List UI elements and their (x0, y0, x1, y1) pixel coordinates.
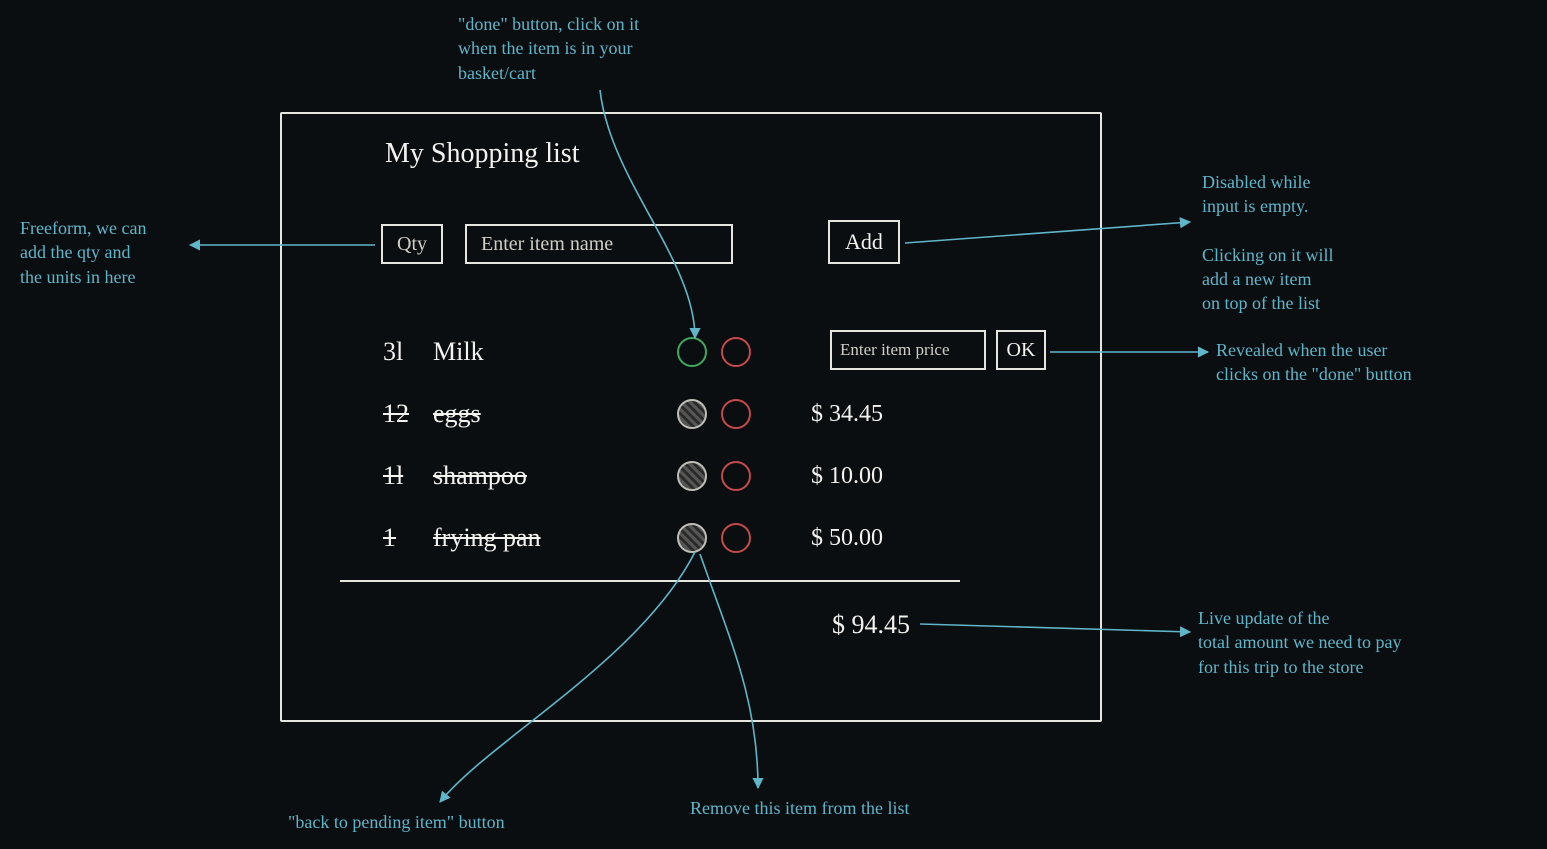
remove-button[interactable] (721, 337, 751, 367)
annotation-price: Revealed when the user clicks on the "do… (1216, 338, 1412, 387)
price-input[interactable]: Enter item price (830, 330, 986, 370)
add-button[interactable]: Add (828, 220, 900, 264)
remove-button[interactable] (721, 523, 751, 553)
item-price: $ 10.00 (811, 463, 883, 490)
annotation-pending: "back to pending item" button (288, 810, 505, 834)
annotation-total: Live update of the total amount we need … (1198, 606, 1401, 679)
annotation-add: Disabled while input is empty. Clicking … (1202, 170, 1334, 316)
list-item: 1 frying pan $ 50.00 (383, 518, 883, 558)
remove-button[interactable] (721, 399, 751, 429)
qty-input[interactable]: Qty (381, 224, 443, 264)
item-name: shampoo (433, 461, 663, 491)
annotation-remove: Remove this item from the list (690, 796, 909, 820)
remove-button[interactable] (721, 461, 751, 491)
ok-button[interactable]: OK (996, 330, 1046, 370)
item-qty: 3l (383, 337, 433, 367)
list-item: 12 eggs $ 34.45 (383, 394, 883, 434)
list-item: 1l shampoo $ 10.00 (383, 456, 883, 496)
item-price: $ 50.00 (811, 525, 883, 552)
total-amount: $ 94.45 (832, 610, 910, 640)
item-qty: 1l (383, 461, 433, 491)
divider (340, 580, 960, 582)
undone-button[interactable] (677, 523, 707, 553)
item-qty: 12 (383, 399, 433, 429)
item-name-input[interactable]: Enter item name (465, 224, 733, 264)
qty-placeholder: Qty (397, 233, 427, 256)
undone-button[interactable] (677, 461, 707, 491)
price-placeholder: Enter item price (840, 340, 950, 360)
undone-button[interactable] (677, 399, 707, 429)
done-button[interactable] (677, 337, 707, 367)
name-placeholder: Enter item name (481, 233, 613, 256)
ok-label: OK (1007, 339, 1036, 362)
item-price: $ 34.45 (811, 401, 883, 428)
page-title: My Shopping list (385, 138, 579, 170)
annotation-done: "done" button, click on it when the item… (458, 12, 639, 85)
add-label: Add (845, 229, 883, 255)
item-name: frying pan (433, 523, 663, 553)
item-name: eggs (433, 399, 663, 429)
item-qty: 1 (383, 523, 433, 553)
annotation-qty: Freeform, we can add the qty and the uni… (20, 216, 146, 289)
list-item: 3l Milk (383, 332, 751, 372)
item-name: Milk (433, 337, 663, 367)
